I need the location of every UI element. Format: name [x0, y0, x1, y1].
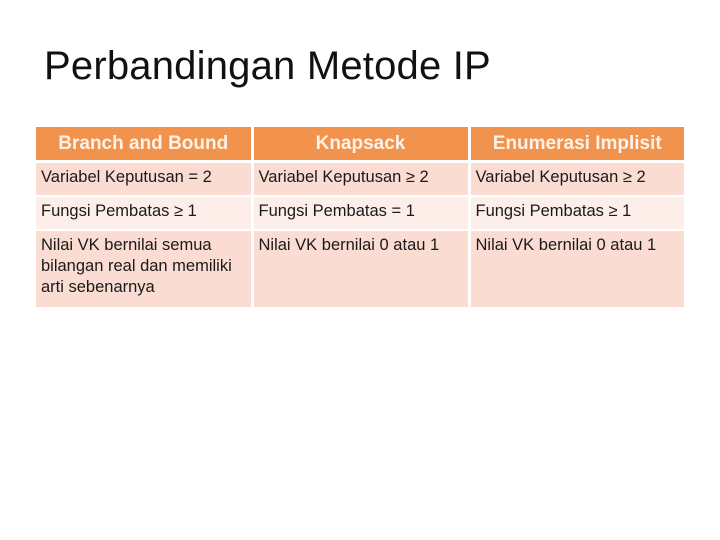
table-row: Nilai VK bernilai semua bilangan real da… [36, 230, 684, 309]
header-knapsack: Knapsack [252, 127, 471, 163]
table-cell: Nilai VK bernilai 0 atau 1 [252, 230, 471, 309]
table-row: Fungsi Pembatas ≥ 1 Fungsi Pembatas = 1 … [36, 196, 684, 231]
table-row: Variabel Keputusan = 2 Variabel Keputusa… [36, 161, 684, 197]
table-cell: Fungsi Pembatas = 1 [252, 196, 471, 231]
table-cell: Fungsi Pembatas ≥ 1 [469, 196, 684, 231]
table-cell: Nilai VK bernilai semua bilangan real da… [36, 230, 254, 309]
slide-title: Perbandingan Metode IP [44, 44, 491, 88]
table-cell: Nilai VK bernilai 0 atau 1 [469, 230, 684, 309]
table-cell: Variabel Keputusan = 2 [36, 161, 254, 197]
table-header-row: Branch and Bound Knapsack Enumerasi Impl… [36, 127, 684, 163]
table-cell: Fungsi Pembatas ≥ 1 [36, 196, 254, 231]
table-cell: Variabel Keputusan ≥ 2 [469, 161, 684, 197]
comparison-table: Branch and Bound Knapsack Enumerasi Impl… [36, 127, 684, 309]
header-branch-and-bound: Branch and Bound [36, 127, 254, 163]
table-cell: Variabel Keputusan ≥ 2 [252, 161, 471, 197]
header-enumerasi-implisit: Enumerasi Implisit [469, 127, 684, 163]
